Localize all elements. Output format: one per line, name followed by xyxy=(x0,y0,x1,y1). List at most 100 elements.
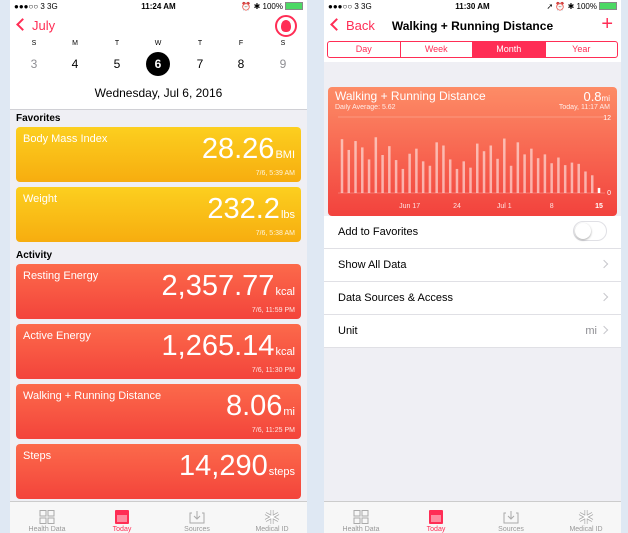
chart-bar xyxy=(361,147,364,193)
chart-bar xyxy=(388,146,391,193)
chart-bar xyxy=(597,187,601,193)
favorites-toggle[interactable] xyxy=(573,221,607,241)
x-tick-label: Jul 1 xyxy=(497,203,512,210)
add-data-button[interactable]: + xyxy=(601,13,613,36)
chart-bar xyxy=(570,162,574,193)
metric-card[interactable]: Active Energy 1,265.14kcal 7/6, 11:30 PM xyxy=(16,324,301,379)
tab-today[interactable]: Today xyxy=(92,510,152,533)
chart-bar xyxy=(340,139,344,193)
tab-label: Today xyxy=(112,526,132,533)
tab-medical-id[interactable]: Medical ID xyxy=(556,510,616,533)
metric-value-wrap: 232.2lbs xyxy=(207,193,295,226)
back-label: July xyxy=(32,18,56,33)
status-bar: ●●●○○ 3 3G 11:30 AM ➚ ⏰ ✱ 100% xyxy=(324,0,621,14)
chart-bar xyxy=(394,160,398,193)
row-label: Data Sources & Access xyxy=(338,292,453,304)
tab-health-data[interactable]: Health Data xyxy=(17,510,77,533)
navigation-bar: Back Walking + Running Distance + xyxy=(324,13,621,38)
metric-card[interactable]: Steps 14,290steps xyxy=(16,444,301,499)
calendar-icon xyxy=(428,510,444,524)
segment-day[interactable]: Day xyxy=(328,42,401,57)
day-5[interactable]: 5 xyxy=(105,52,129,76)
activity-header: Activity xyxy=(16,250,53,261)
chart-bar xyxy=(347,149,351,193)
tab-medical-id[interactable]: Medical ID xyxy=(242,510,302,533)
week-strip: Wednesday, Jul 6, 2016 S M T W T F S 3456789 xyxy=(10,38,307,110)
metric-timestamp: 7/6, 5:38 AM xyxy=(255,230,295,237)
metric-unit: kcal xyxy=(275,286,295,298)
tab-label: Today xyxy=(426,526,446,533)
weekday-letter: T xyxy=(114,40,120,47)
profile-icon[interactable] xyxy=(275,15,297,37)
row-value: mi xyxy=(585,325,609,337)
row-value xyxy=(597,292,609,304)
metric-card[interactable]: Resting Energy 2,357.77kcal 7/6, 11:59 PM xyxy=(16,264,301,319)
tab-today[interactable]: Today xyxy=(406,510,466,533)
tab-label: Sources xyxy=(498,526,524,533)
battery-icon xyxy=(599,2,617,10)
chart-bar xyxy=(448,159,452,193)
row-value xyxy=(597,259,609,271)
metric-timestamp: 7/6, 11:25 PM xyxy=(251,427,295,434)
segment-year[interactable]: Year xyxy=(546,42,618,57)
chart-bar xyxy=(496,158,499,193)
chart-bar xyxy=(408,153,411,193)
tab-label: Health Data xyxy=(28,526,66,533)
y-max-label: 12 xyxy=(603,115,611,122)
metric-unit: kcal xyxy=(275,346,295,358)
data-sources-row[interactable]: Data Sources & Access xyxy=(324,282,621,315)
chart-bar xyxy=(584,171,587,193)
chart-bar xyxy=(550,163,553,193)
chart-bar xyxy=(476,143,479,193)
metric-timestamp: 7/6, 5:39 AM xyxy=(255,170,295,177)
tab-bar: Health Data Today Sources Medical ID xyxy=(324,501,621,533)
calendar-icon xyxy=(114,510,130,524)
chart-bar xyxy=(482,151,486,193)
download-heart-icon xyxy=(503,510,519,524)
metric-value: 8.06 xyxy=(225,390,283,422)
tab-label: Sources xyxy=(184,526,210,533)
grid-icon xyxy=(353,510,369,524)
status-right: ⏰ ✱ 100% xyxy=(241,2,303,11)
metric-value-wrap: 8.06mi xyxy=(226,390,295,423)
segment-month[interactable]: Month xyxy=(473,42,546,57)
chart-bar xyxy=(462,161,465,193)
chart-bar xyxy=(381,155,384,193)
day-8[interactable]: 8 xyxy=(229,52,253,76)
day-3[interactable]: 3 xyxy=(22,52,46,76)
day-6[interactable]: 6 xyxy=(146,52,170,76)
tab-health-data[interactable]: Health Data xyxy=(331,510,391,533)
metric-title: Walking + Running Distance xyxy=(23,390,162,402)
day-9[interactable]: 9 xyxy=(271,52,295,76)
row-label: Show All Data xyxy=(338,259,407,271)
chart-bar xyxy=(523,154,526,193)
chart-bar xyxy=(428,165,432,193)
chart-bar xyxy=(489,145,493,193)
unit-row[interactable]: Unit mi xyxy=(324,315,621,348)
metric-title: Resting Energy xyxy=(23,270,99,282)
x-tick-label: 8 xyxy=(550,203,554,210)
show-all-data-row[interactable]: Show All Data xyxy=(324,249,621,282)
day-4[interactable]: 4 xyxy=(63,52,87,76)
metric-card[interactable]: Body Mass Index 28.26BMI 7/6, 5:39 AM xyxy=(16,127,301,182)
status-indicators: ⏰ ✱ 100% xyxy=(241,2,283,11)
metric-value: 1,265.14 xyxy=(161,330,275,362)
metric-value-wrap: 28.26BMI xyxy=(202,133,295,166)
chart-bar xyxy=(435,142,438,193)
chart-bar xyxy=(415,148,418,193)
tab-sources[interactable]: Sources xyxy=(167,510,227,533)
metric-title: Weight xyxy=(23,193,58,205)
segment-week[interactable]: Week xyxy=(401,42,473,57)
back-button[interactable]: July xyxy=(16,18,56,33)
tab-sources[interactable]: Sources xyxy=(481,510,541,533)
metric-card[interactable]: Walking + Running Distance 8.06mi 7/6, 11:… xyxy=(16,384,301,439)
row-label: Add to Favorites xyxy=(338,226,419,238)
metric-title: Body Mass Index xyxy=(23,133,108,145)
metric-card[interactable]: Weight 232.2lbs 7/6, 5:38 AM xyxy=(16,187,301,242)
day-7[interactable]: 7 xyxy=(188,52,212,76)
chart-bar xyxy=(516,142,520,193)
metric-value: 14,290 xyxy=(179,450,268,482)
medical-star-icon xyxy=(264,510,280,524)
status-right: ➚ ⏰ ✱ 100% xyxy=(547,2,617,11)
chart-bar xyxy=(509,165,513,193)
